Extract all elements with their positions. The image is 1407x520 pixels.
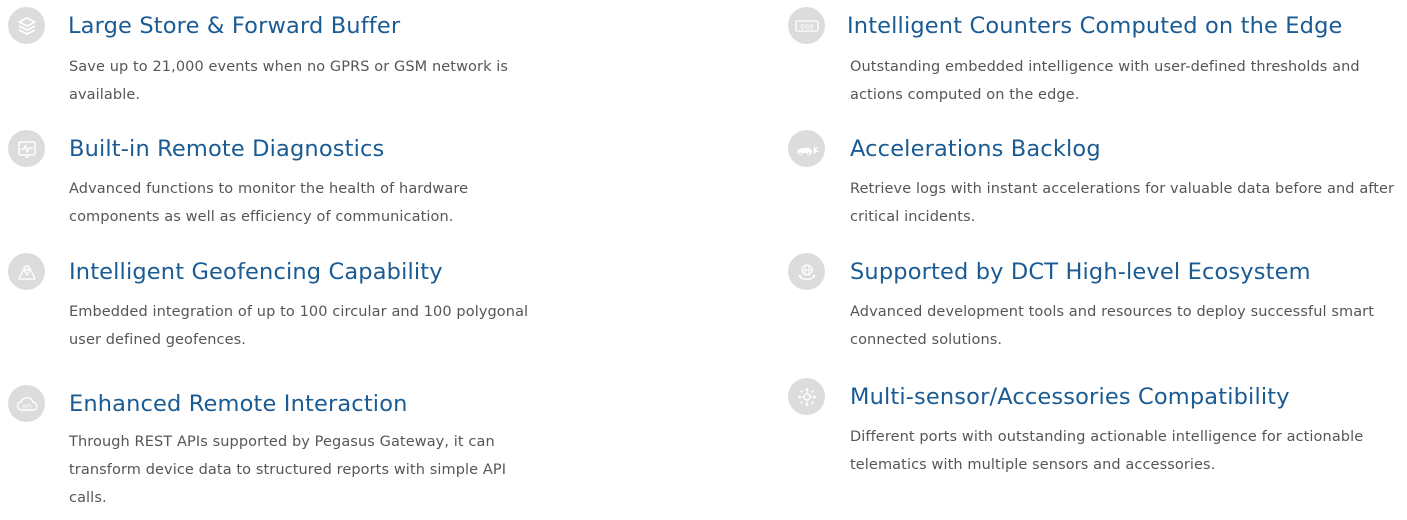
counter-digits-icon-text: 008 xyxy=(800,24,814,32)
car-crash-icon xyxy=(788,130,825,167)
feature-title: Intelligent Counters Computed on the Edg… xyxy=(847,13,1343,39)
cloud-api-icon-text: API xyxy=(22,404,32,410)
feature-title: Supported by DCT High-level Ecosystem xyxy=(850,259,1311,285)
feature-title: Enhanced Remote Interaction xyxy=(69,391,408,417)
feature-description: Advanced functions to monitor the health… xyxy=(69,181,469,225)
feature-description: Embedded integration of up to 100 circul… xyxy=(69,304,529,348)
counter-digits-icon: 008 xyxy=(788,7,825,44)
feature-description: Retrieve logs with instant accelerations… xyxy=(850,181,1395,225)
health-monitor-icon xyxy=(8,130,45,167)
map-pin-icon xyxy=(8,253,45,290)
layers-stack-icon xyxy=(8,7,45,44)
cloud-api-icon: API xyxy=(8,385,45,422)
feature-description: Save up to 21,000 events when no GPRS or… xyxy=(69,59,509,103)
feature-title: Accelerations Backlog xyxy=(850,136,1101,162)
feature-description: Through REST APIs supported by Pegasus G… xyxy=(69,434,507,506)
feature-description: Outstanding embedded intelligence with u… xyxy=(850,59,1360,103)
feature-description: Advanced development tools and resources… xyxy=(850,304,1375,348)
ecosystem-globe-icon xyxy=(788,253,825,290)
feature-title: Large Store & Forward Buffer xyxy=(68,13,401,39)
feature-title: Built-in Remote Diagnostics xyxy=(69,136,385,162)
feature-title: Intelligent Geofencing Capability xyxy=(69,259,443,285)
sensor-network-icon xyxy=(788,378,825,415)
feature-description: Different ports with outstanding actiona… xyxy=(850,429,1364,473)
feature-title: Multi-sensor/Accessories Compatibility xyxy=(850,384,1290,410)
